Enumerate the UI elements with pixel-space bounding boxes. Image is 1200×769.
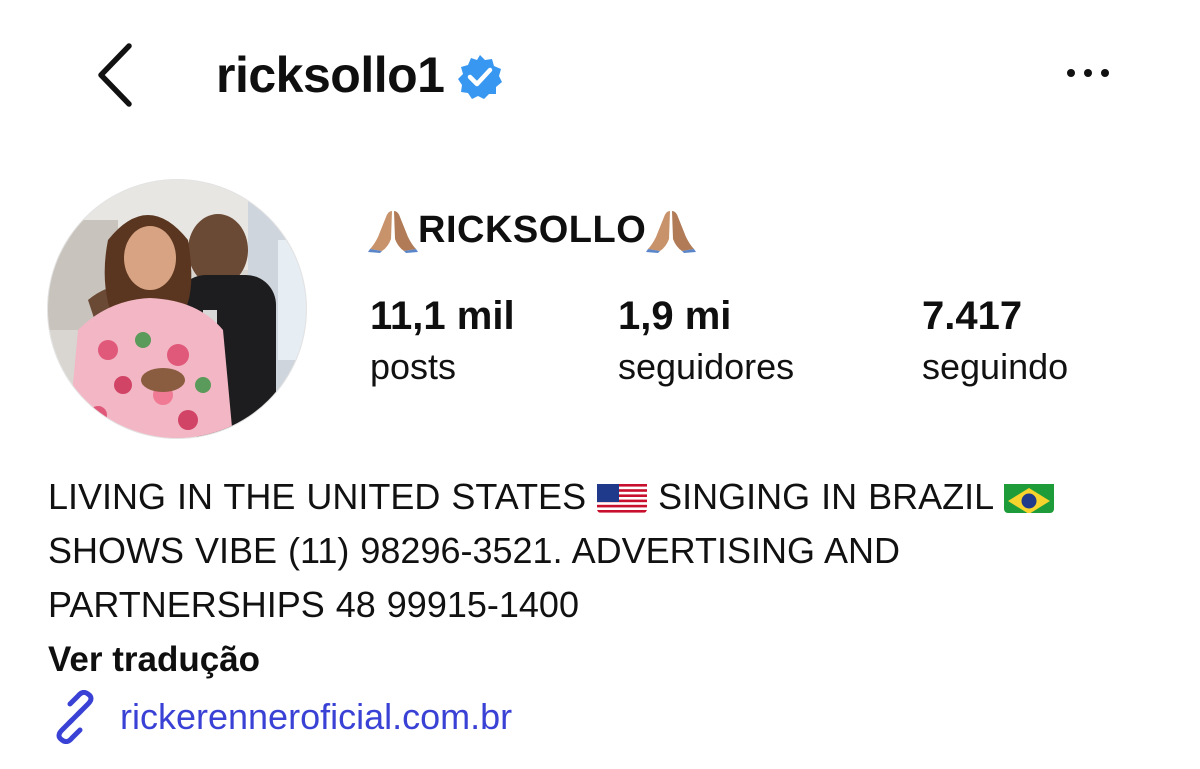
avatar[interactable] <box>48 180 306 438</box>
username: ricksollo1 <box>216 47 445 103</box>
profile-page: ricksollo1 RICKSOLLO 11,1 mil posts 1,9 … <box>0 0 1200 769</box>
folded-hands-icon <box>368 211 418 253</box>
link-icon <box>56 690 94 744</box>
header-username: ricksollo1 <box>216 40 504 110</box>
stat-following-label: seguindo <box>922 346 1069 387</box>
see-translation-link[interactable]: Ver tradução <box>48 634 260 686</box>
stat-following[interactable]: 7.417 seguindo <box>922 290 1068 392</box>
ellipsis-dot <box>1101 69 1109 77</box>
avatar-photo <box>48 180 306 438</box>
website-link[interactable]: rickerenneroficial.com.br <box>48 690 512 744</box>
ellipsis-horizontal-icon <box>1067 69 1075 77</box>
stat-following-value: 7.417 <box>922 294 1023 338</box>
stat-followers-value: 1,9 mi <box>618 294 732 338</box>
stat-posts[interactable]: 11,1 mil posts <box>370 290 515 392</box>
website-url: rickerenneroficial.com.br <box>120 696 513 737</box>
more-options-button[interactable] <box>1058 48 1118 98</box>
stat-posts-label: posts <box>370 346 457 387</box>
back-button[interactable] <box>90 40 140 110</box>
bio-part-2: SINGING IN BRAZIL <box>647 476 1004 517</box>
bio-part-3: SHOWS VIBE (11) 98296-3521. ADVERTISING … <box>48 530 901 625</box>
display-name: RICKSOLLO <box>368 204 697 256</box>
bio-text: LIVING IN THE UNITED STATES SINGING IN B… <box>48 470 1178 632</box>
us-flag-icon <box>597 479 648 513</box>
stat-followers-label: seguidores <box>618 346 795 387</box>
chevron-left-icon <box>98 43 132 107</box>
folded-hands-icon <box>646 211 697 253</box>
stat-followers[interactable]: 1,9 mi seguidores <box>618 290 794 392</box>
verified-badge-icon <box>458 55 503 99</box>
stat-posts-value: 11,1 mil <box>370 294 515 338</box>
ellipsis-dot <box>1084 69 1092 77</box>
brazil-flag-icon <box>1003 479 1054 513</box>
bio-part-1: LIVING IN THE UNITED STATES <box>48 476 598 517</box>
display-name-text: RICKSOLLO <box>418 208 647 251</box>
